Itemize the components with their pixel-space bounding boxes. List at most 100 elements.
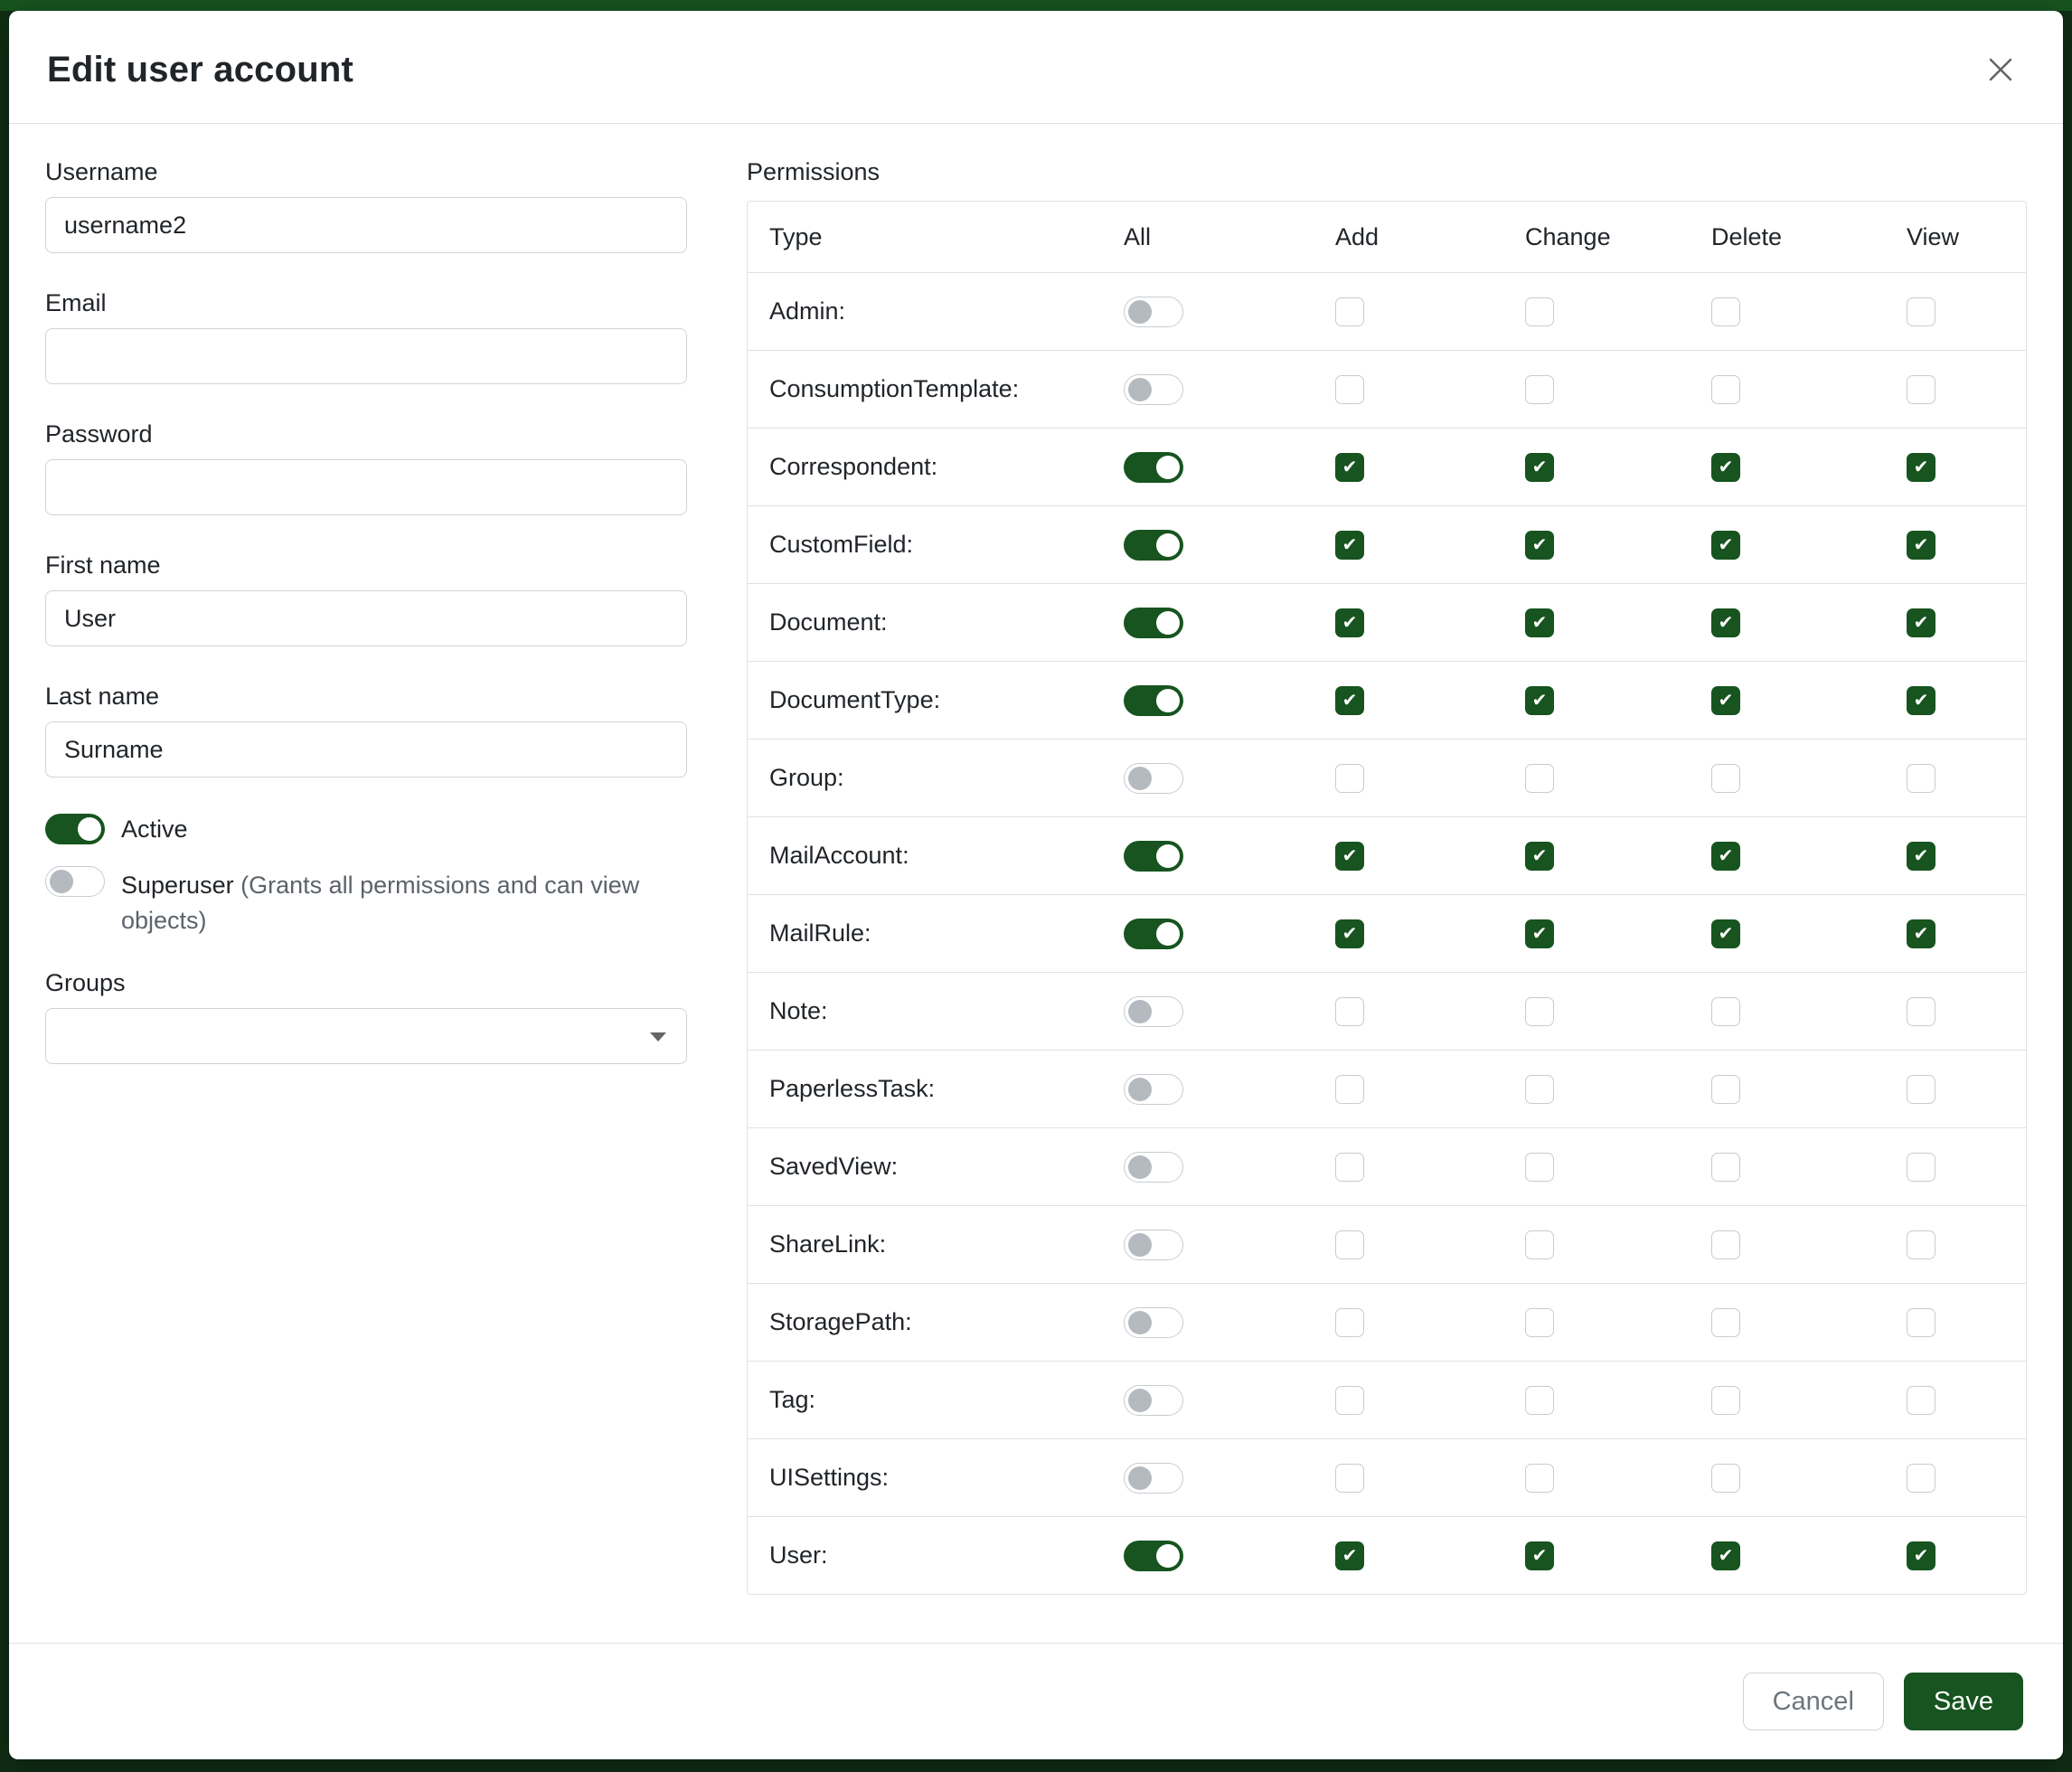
toggle-all[interactable] bbox=[1124, 841, 1183, 872]
checkbox-change[interactable] bbox=[1525, 1153, 1554, 1182]
checkbox-view[interactable] bbox=[1907, 453, 1935, 482]
close-button[interactable] bbox=[1978, 47, 2023, 92]
last-name-input[interactable] bbox=[45, 721, 687, 778]
checkbox-view[interactable] bbox=[1907, 997, 1935, 1026]
checkbox-change[interactable] bbox=[1525, 1386, 1554, 1415]
checkbox-delete[interactable] bbox=[1711, 764, 1740, 793]
checkbox-view[interactable] bbox=[1907, 1230, 1935, 1259]
checkbox-add[interactable] bbox=[1335, 686, 1364, 715]
toggle-all[interactable] bbox=[1124, 763, 1183, 794]
checkbox-delete[interactable] bbox=[1711, 1153, 1740, 1182]
toggle-all[interactable] bbox=[1124, 685, 1183, 716]
checkbox-delete[interactable] bbox=[1711, 1230, 1740, 1259]
toggle-all[interactable] bbox=[1124, 1152, 1183, 1183]
groups-select[interactable] bbox=[45, 1008, 687, 1064]
permission-type-label: Tag: bbox=[769, 1386, 1124, 1414]
toggle-all[interactable] bbox=[1124, 1230, 1183, 1260]
checkbox-add[interactable] bbox=[1335, 453, 1364, 482]
toggle-all[interactable] bbox=[1124, 919, 1183, 949]
checkbox-delete[interactable] bbox=[1711, 531, 1740, 560]
checkbox-change[interactable] bbox=[1525, 1075, 1554, 1104]
toggle-all[interactable] bbox=[1124, 297, 1183, 327]
checkbox-add[interactable] bbox=[1335, 608, 1364, 637]
checkbox-delete[interactable] bbox=[1711, 1541, 1740, 1570]
checkbox-change[interactable] bbox=[1525, 1230, 1554, 1259]
checkbox-add[interactable] bbox=[1335, 997, 1364, 1026]
checkbox-add[interactable] bbox=[1335, 1386, 1364, 1415]
cancel-button[interactable]: Cancel bbox=[1743, 1673, 1884, 1730]
checkbox-add[interactable] bbox=[1335, 1075, 1364, 1104]
modal-footer: Cancel Save bbox=[9, 1643, 2063, 1759]
checkbox-add[interactable] bbox=[1335, 764, 1364, 793]
checkbox-change[interactable] bbox=[1525, 764, 1554, 793]
table-row: Group: bbox=[748, 739, 2026, 816]
checkbox-delete[interactable] bbox=[1711, 1464, 1740, 1493]
checkbox-change[interactable] bbox=[1525, 608, 1554, 637]
checkbox-add[interactable] bbox=[1335, 842, 1364, 871]
checkbox-view[interactable] bbox=[1907, 1386, 1935, 1415]
toggle-all[interactable] bbox=[1124, 996, 1183, 1027]
checkbox-add[interactable] bbox=[1335, 375, 1364, 404]
checkbox-view[interactable] bbox=[1907, 531, 1935, 560]
email-input[interactable] bbox=[45, 328, 687, 384]
save-button[interactable]: Save bbox=[1904, 1673, 2023, 1730]
checkbox-change[interactable] bbox=[1525, 531, 1554, 560]
checkbox-delete[interactable] bbox=[1711, 1308, 1740, 1337]
checkbox-change[interactable] bbox=[1525, 297, 1554, 326]
checkbox-add[interactable] bbox=[1335, 531, 1364, 560]
checkbox-change[interactable] bbox=[1525, 375, 1554, 404]
checkbox-change[interactable] bbox=[1525, 1541, 1554, 1570]
checkbox-delete[interactable] bbox=[1711, 842, 1740, 871]
checkbox-view[interactable] bbox=[1907, 608, 1935, 637]
checkbox-add[interactable] bbox=[1335, 1230, 1364, 1259]
username-input[interactable] bbox=[45, 197, 687, 253]
checkbox-delete[interactable] bbox=[1711, 997, 1740, 1026]
checkbox-delete[interactable] bbox=[1711, 1386, 1740, 1415]
toggle-all[interactable] bbox=[1124, 608, 1183, 638]
checkbox-view[interactable] bbox=[1907, 297, 1935, 326]
superuser-toggle[interactable] bbox=[45, 866, 105, 897]
first-name-input[interactable] bbox=[45, 590, 687, 646]
checkbox-delete[interactable] bbox=[1711, 686, 1740, 715]
checkbox-change[interactable] bbox=[1525, 1464, 1554, 1493]
checkbox-add[interactable] bbox=[1335, 1308, 1364, 1337]
checkbox-delete[interactable] bbox=[1711, 919, 1740, 948]
checkbox-view[interactable] bbox=[1907, 1153, 1935, 1182]
checkbox-delete[interactable] bbox=[1711, 375, 1740, 404]
toggle-all[interactable] bbox=[1124, 1385, 1183, 1416]
checkbox-delete[interactable] bbox=[1711, 608, 1740, 637]
checkbox-add[interactable] bbox=[1335, 1541, 1364, 1570]
checkbox-change[interactable] bbox=[1525, 919, 1554, 948]
toggle-all[interactable] bbox=[1124, 452, 1183, 483]
checkbox-change[interactable] bbox=[1525, 1308, 1554, 1337]
checkbox-change[interactable] bbox=[1525, 997, 1554, 1026]
checkbox-view[interactable] bbox=[1907, 1464, 1935, 1493]
checkbox-view[interactable] bbox=[1907, 375, 1935, 404]
checkbox-view[interactable] bbox=[1907, 1541, 1935, 1570]
checkbox-change[interactable] bbox=[1525, 686, 1554, 715]
toggle-all[interactable] bbox=[1124, 1463, 1183, 1494]
checkbox-delete[interactable] bbox=[1711, 1075, 1740, 1104]
checkbox-view[interactable] bbox=[1907, 686, 1935, 715]
checkbox-view[interactable] bbox=[1907, 1075, 1935, 1104]
checkbox-view[interactable] bbox=[1907, 919, 1935, 948]
checkbox-delete[interactable] bbox=[1711, 297, 1740, 326]
checkbox-delete[interactable] bbox=[1711, 453, 1740, 482]
toggle-all[interactable] bbox=[1124, 1307, 1183, 1338]
checkbox-add[interactable] bbox=[1335, 919, 1364, 948]
checkbox-change[interactable] bbox=[1525, 453, 1554, 482]
checkbox-view[interactable] bbox=[1907, 764, 1935, 793]
toggle-all[interactable] bbox=[1124, 1541, 1183, 1571]
checkbox-change[interactable] bbox=[1525, 842, 1554, 871]
checkbox-view[interactable] bbox=[1907, 1308, 1935, 1337]
toggle-all[interactable] bbox=[1124, 530, 1183, 561]
checkbox-add[interactable] bbox=[1335, 1464, 1364, 1493]
checkbox-view[interactable] bbox=[1907, 842, 1935, 871]
password-input[interactable] bbox=[45, 459, 687, 515]
toggle-all[interactable] bbox=[1124, 374, 1183, 405]
checkbox-add[interactable] bbox=[1335, 1153, 1364, 1182]
modal-body: Username Email Password First name Last … bbox=[9, 124, 2063, 1643]
checkbox-add[interactable] bbox=[1335, 297, 1364, 326]
active-toggle[interactable] bbox=[45, 814, 105, 844]
toggle-all[interactable] bbox=[1124, 1074, 1183, 1105]
